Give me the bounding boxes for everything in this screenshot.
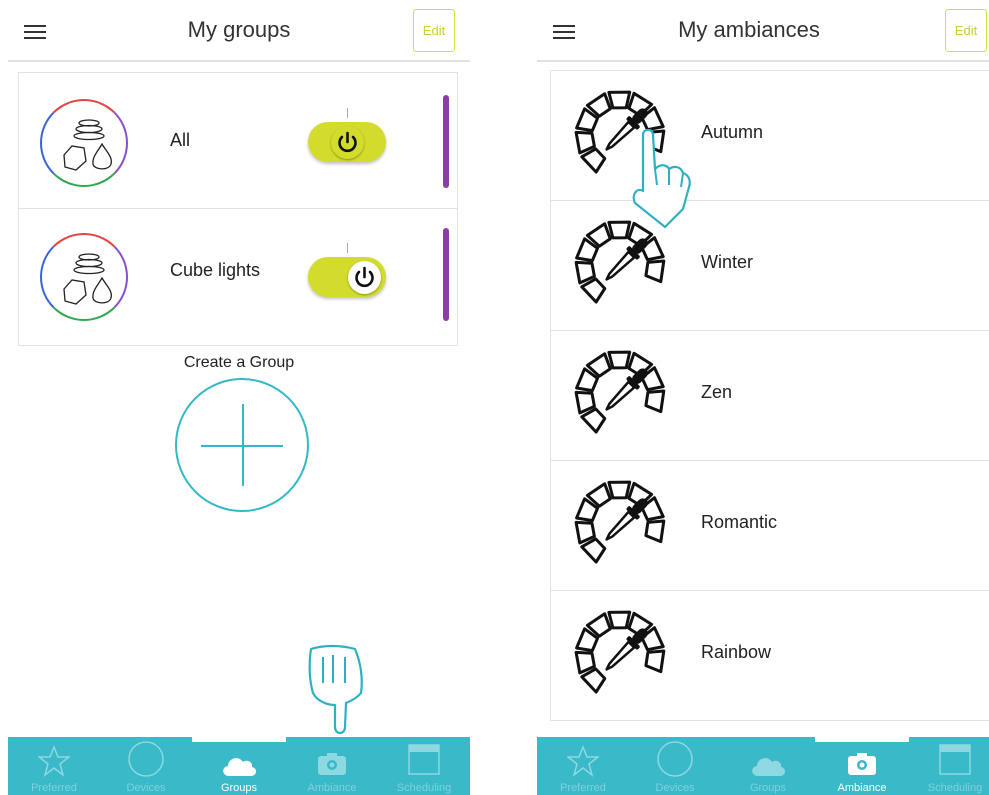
app-header: My ambiances Edit	[537, 0, 989, 62]
edit-button[interactable]: Edit	[945, 9, 987, 52]
tab-devices[interactable]: Devices	[629, 737, 721, 795]
color-picker-icon	[574, 610, 666, 694]
group-color-bar	[443, 228, 449, 321]
create-group-button[interactable]	[175, 378, 309, 512]
group-list: All Cube lights	[18, 72, 458, 346]
pointing-hand-icon	[308, 644, 363, 735]
calendar-icon	[939, 744, 971, 775]
edit-button[interactable]: Edit	[413, 9, 455, 52]
ambiance-name: Winter	[701, 252, 754, 272]
ambiances-screen: My ambiances Edit Autumn Winter Zen Roma…	[537, 0, 989, 795]
tab-label: Scheduling	[396, 782, 452, 794]
group-name: Cube lights	[170, 260, 261, 280]
tab-scheduling[interactable]: Scheduling	[378, 737, 470, 795]
color-picker-icon	[574, 220, 666, 304]
page-title: My ambiances	[678, 17, 820, 42]
ambiance-row-winter[interactable]: Winter	[551, 201, 989, 331]
tab-ambiance[interactable]: Ambiance	[815, 737, 909, 795]
tab-label: Ambiance	[307, 782, 357, 794]
color-picker-icon	[574, 350, 666, 434]
tab-label: Devices	[655, 782, 695, 794]
power-icon	[348, 261, 381, 294]
ambiance-name: Romantic	[701, 512, 778, 532]
ambiance-name: Zen	[701, 382, 733, 402]
groups-screen: My groups Edit All Cube lights Create a …	[8, 0, 470, 795]
tab-preferred[interactable]: Preferred	[537, 737, 629, 795]
create-group-label: Create a Group	[183, 354, 295, 371]
star-icon	[38, 745, 70, 777]
tab-label: Scheduling	[927, 782, 983, 794]
star-icon	[567, 745, 599, 777]
tab-groups[interactable]: Groups	[192, 737, 286, 795]
camera-icon	[848, 753, 876, 775]
group-row-all[interactable]: All	[19, 73, 457, 209]
cloud-icon	[752, 758, 786, 776]
cloud-icon	[223, 758, 257, 776]
group-color-bar	[443, 95, 449, 188]
tab-label: Groups	[220, 782, 258, 794]
ambiance-name: Rainbow	[701, 642, 772, 662]
circle-icon	[657, 741, 693, 777]
tab-devices[interactable]: Devices	[100, 737, 192, 795]
tab-groups[interactable]: Groups	[721, 737, 815, 795]
tab-scheduling[interactable]: Scheduling	[909, 737, 989, 795]
group-row-cube-lights[interactable]: Cube lights	[19, 209, 457, 345]
group-power-toggle[interactable]	[308, 243, 386, 297]
group-power-toggle[interactable]	[308, 108, 386, 162]
tab-label: Devices	[126, 782, 166, 794]
tab-label: Preferred	[31, 782, 77, 794]
circle-icon	[128, 741, 164, 777]
ambiance-list: Autumn Winter Zen Romantic Rainbow	[550, 70, 989, 721]
ambiance-row-autumn[interactable]: Autumn	[551, 71, 989, 229]
lamps-icon	[40, 99, 128, 187]
tab-ambiance[interactable]: Ambiance	[286, 737, 378, 795]
tab-label: Ambiance	[837, 782, 887, 794]
ambiance-row-rainbow[interactable]: Rainbow	[551, 591, 989, 721]
ambiance-name: Autumn	[701, 122, 764, 142]
page-title: My groups	[187, 17, 291, 42]
bottom-tab-bar: Preferred Devices Groups Ambiance Schedu…	[8, 737, 470, 795]
calendar-icon	[408, 744, 440, 775]
lamps-icon	[40, 233, 128, 321]
ambiance-row-zen[interactable]: Zen	[551, 331, 989, 461]
color-picker-icon	[574, 480, 666, 564]
app-header: My groups Edit	[8, 0, 470, 62]
bottom-tab-bar: Preferred Devices Groups Ambiance Schedu…	[537, 737, 989, 795]
power-icon	[331, 126, 364, 159]
tab-preferred[interactable]: Preferred	[8, 737, 100, 795]
tab-label: Groups	[749, 782, 787, 794]
tab-label: Preferred	[560, 782, 606, 794]
group-name: All	[170, 130, 191, 150]
camera-icon	[318, 753, 346, 775]
ambiance-row-romantic[interactable]: Romantic	[551, 461, 989, 591]
